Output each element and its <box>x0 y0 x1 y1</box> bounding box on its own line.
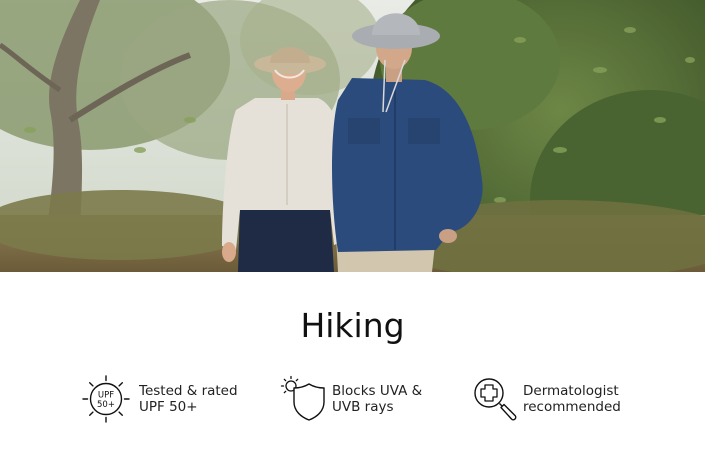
feature-upf-label: Tested & rated UPF 50+ <box>139 383 238 415</box>
feature-uv-protection: Blocks UVA & UVB rays <box>278 374 422 424</box>
dermatologist-magnifier-icon <box>470 374 520 424</box>
feature-dermatologist-label: Dermatologist recommended <box>523 383 621 415</box>
feature-upf-line1: Tested & rated <box>139 383 238 399</box>
feature-dermatologist-line1: Dermatologist <box>523 383 619 399</box>
feature-dermatologist-line2: recommended <box>523 399 621 415</box>
upf-badge-line1: UPF <box>98 391 114 401</box>
feature-upf-rating: UPF 50+ Tested & rated UPF 50+ <box>81 374 238 424</box>
page: Hiking UPF 50+ Tested & rated UPF 50+ Bl… <box>0 0 705 470</box>
upf-50-sun-icon: UPF 50+ <box>81 374 131 424</box>
section-title: Hiking <box>300 306 405 345</box>
upf-badge-line2: 50+ <box>97 400 115 410</box>
feature-uv-line1: Blocks UVA & <box>332 383 423 399</box>
uv-shield-icon <box>278 374 328 424</box>
hikers-photo <box>0 0 705 272</box>
hero-image <box>0 0 705 272</box>
feature-uv-label: Blocks UVA & UVB rays <box>332 383 422 415</box>
feature-dermatologist: Dermatologist recommended <box>470 374 621 424</box>
feature-uv-line2: UVB rays <box>332 399 394 415</box>
feature-upf-line2: UPF 50+ <box>139 399 198 415</box>
